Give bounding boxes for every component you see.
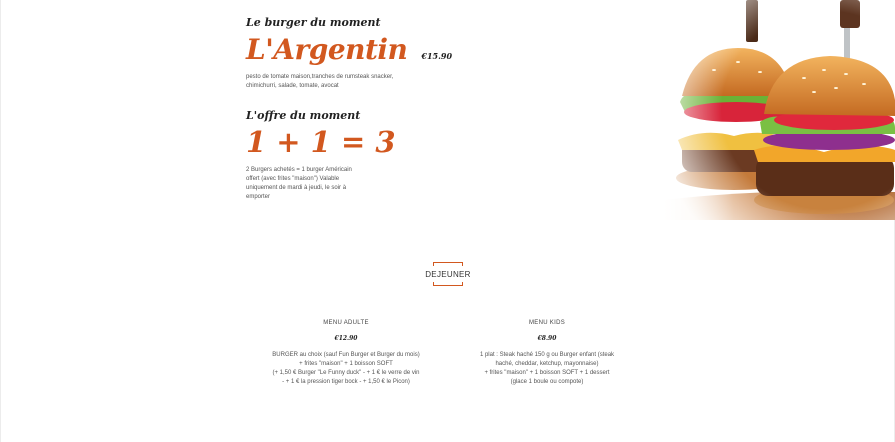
menu-adulte-name: MENU ADULTE <box>323 320 369 326</box>
menu-kids: MENU KIDS €8.90 1 plat : Steak haché 150… <box>470 320 624 387</box>
menu-kids-price: €8.90 <box>537 335 557 342</box>
menu-adulte-line: - + 1 € la pression tiger bock - + 1,50 … <box>282 379 410 385</box>
menu-adulte-description: BURGER au choix (sauf Fun Burger et Burg… <box>262 351 430 387</box>
burger-photo <box>664 0 895 220</box>
burger-name: L'Argentin <box>246 33 408 66</box>
offer-kicker: L'offre du moment <box>246 109 361 122</box>
burger-price: €15.90 <box>421 51 453 61</box>
burger-title-row: L'Argentin €15.90 <box>246 33 666 67</box>
offer-equation: 1 + 1 = 3 <box>246 125 396 159</box>
menu-kids-line: 1 plat : Steak haché 150 g ou Burger enf… <box>479 352 615 358</box>
menu-kids-line: haché, cheddar, ketchup, mayonnaise) <box>495 361 599 367</box>
menu-kids-line: (glace 1 boule ou compote) <box>510 379 584 385</box>
dejeuner-title: DEJEUNER <box>421 270 475 279</box>
heading-bracket-bottom <box>433 282 463 286</box>
menu-adulte-line: BURGER au choix (sauf Fun Burger et Burg… <box>272 352 420 358</box>
dejeuner-heading: DEJEUNER <box>421 262 475 286</box>
burger-kicker: Le burger du moment <box>246 16 381 29</box>
menu-adulte-line: (+ 1,50 € Burger "Le Funny duck" - + 1 €… <box>272 370 420 376</box>
heading-bracket-top <box>433 262 463 266</box>
offer-description: 2 Burgers achetés = 1 burger Américain o… <box>246 167 352 200</box>
menu-adulte-line: + frites "maison" + 1 boisson SOFT <box>299 361 393 367</box>
burger-photo-icon <box>664 0 895 220</box>
menu-adulte: MENU ADULTE €12.90 BURGER au choix (sauf… <box>262 320 430 387</box>
page-border-left <box>0 0 1 442</box>
menu-kids-description: 1 plat : Steak haché 150 g ou Burger enf… <box>470 351 624 387</box>
menu-adulte-price: €12.90 <box>334 335 358 342</box>
burger-description: pesto de tomate maison,tranches de rumst… <box>246 74 394 89</box>
menu-kids-name: MENU KIDS <box>528 320 566 326</box>
menu-kids-line: + frites "maison" + 1 boisson SOFT + 1 d… <box>484 370 610 376</box>
promo-section: Le burger du moment L'Argentin €15.90 pe… <box>246 16 666 202</box>
